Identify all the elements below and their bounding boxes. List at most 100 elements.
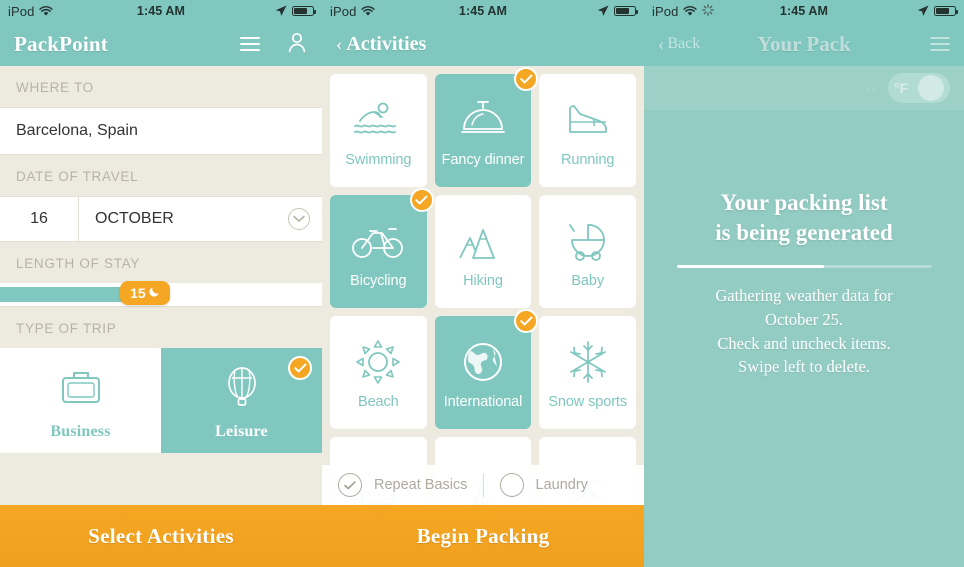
activity-label: Bicycling xyxy=(350,272,407,289)
chevron-left-icon[interactable]: ‹ xyxy=(336,35,342,54)
loading-panel: Your packing list is being generated Gat… xyxy=(644,110,964,379)
trip-type-selector: Business Leisure xyxy=(0,348,322,453)
unit-toggle-row: ·· °F xyxy=(644,66,964,110)
status-bar-left: iPod xyxy=(330,3,376,19)
screen-trip-setup: iPod 1:45 AM PackPoint WHERE TO Barcelon… xyxy=(0,0,322,567)
activity-label: Fancy dinner xyxy=(441,151,525,168)
hamburger-menu-icon[interactable] xyxy=(240,37,260,51)
length-of-stay-slider[interactable]: 15 xyxy=(0,281,322,307)
wifi-icon xyxy=(361,5,376,17)
check-badge-icon xyxy=(288,356,312,380)
activity-label: Running xyxy=(560,151,615,168)
status-bar-left: iPod xyxy=(8,3,54,19)
loading-body-line4: Swipe left to delete. xyxy=(738,357,870,377)
activity-card-running[interactable]: Running xyxy=(539,74,636,187)
activity-card-baby[interactable]: Baby xyxy=(539,195,636,308)
slider-value: 15 xyxy=(130,285,146,301)
briefcase-icon xyxy=(58,361,104,413)
trip-type-leisure[interactable]: Leisure xyxy=(161,348,322,453)
wifi-icon xyxy=(39,5,54,17)
app-title: PackPoint xyxy=(14,31,108,56)
status-bar: iPod 1:45 AM xyxy=(0,0,322,22)
trip-type-label: Leisure xyxy=(215,422,268,440)
chevron-down-circle-icon[interactable] xyxy=(288,208,310,230)
carrier-label: iPod xyxy=(330,3,357,19)
hot-air-balloon-icon xyxy=(219,361,265,413)
check-badge-icon xyxy=(409,188,434,212)
sun-icon xyxy=(354,336,402,388)
loading-heading: Your packing list is being generated xyxy=(662,188,946,249)
mountains-icon xyxy=(457,215,509,267)
activity-label: Hiking xyxy=(463,272,503,289)
page-title: Your Pack xyxy=(757,31,851,56)
loading-body-line1: Gathering weather data for xyxy=(715,285,893,305)
activity-card-snow-sports[interactable]: Snow sports xyxy=(539,316,636,429)
option-label: Laundry xyxy=(535,477,588,493)
activity-label: Beach xyxy=(358,393,399,410)
cloche-icon xyxy=(457,94,509,146)
three-screen-mockup: iPod 1:45 AM PackPoint WHERE TO Barcelon… xyxy=(0,0,964,567)
activity-card-beach[interactable]: Beach xyxy=(330,316,427,429)
loading-heading-line2: is being generated xyxy=(715,220,893,246)
check-circle-icon xyxy=(338,473,362,497)
empty-circle-icon xyxy=(499,473,524,497)
toggle-knob xyxy=(918,75,944,101)
battery-icon xyxy=(292,6,316,16)
trip-type-business[interactable]: Business xyxy=(0,348,161,453)
activity-spinner-icon xyxy=(702,3,715,19)
loading-body-line2: October 25. xyxy=(765,309,843,329)
location-arrow-icon xyxy=(597,5,609,17)
loading-body: Gathering weather data for October 25. C… xyxy=(662,284,946,380)
loading-heading-line1: Your packing list xyxy=(720,190,888,215)
activity-card-hiking[interactable]: Hiking xyxy=(434,195,532,308)
option-label: Repeat Basics xyxy=(374,477,468,493)
screen-activities: iPod 1:45 AM ‹ Activities Swimming Fancy… xyxy=(322,0,644,567)
progress-bar xyxy=(676,264,932,268)
label-date-of-travel: DATE OF TRAVEL xyxy=(0,155,322,196)
status-bar-left: iPod xyxy=(652,3,715,19)
page-title: Activities xyxy=(346,32,427,55)
label-type-of-trip: TYPE OF TRIP xyxy=(0,307,322,348)
toggle-dots: ·· xyxy=(865,80,878,96)
carrier-label: iPod xyxy=(8,3,35,19)
label-length-of-stay: LENGTH OF STAY xyxy=(0,242,322,283)
date-month-value[interactable]: OCTOBER xyxy=(78,197,288,241)
navbar-actions xyxy=(240,31,308,58)
swimmer-icon xyxy=(352,94,404,146)
options-bar: Repeat Basics Laundry xyxy=(322,465,644,505)
activity-label: Baby xyxy=(571,272,604,289)
globe-icon xyxy=(459,336,507,388)
option-repeat-basics[interactable]: Repeat Basics xyxy=(322,473,483,497)
battery-icon xyxy=(934,6,958,16)
activity-label: Snow sports xyxy=(548,393,627,410)
begin-packing-button[interactable]: Begin Packing xyxy=(322,505,644,567)
option-laundry[interactable]: Laundry xyxy=(482,473,645,497)
status-bar: iPod 1:45 AM xyxy=(322,0,644,22)
snowflake-icon xyxy=(564,336,612,388)
location-arrow-icon xyxy=(917,5,929,17)
navbar-your-pack: ‹ Back Your Pack xyxy=(644,22,964,66)
select-activities-button[interactable]: Select Activities xyxy=(0,505,322,567)
activities-title-group[interactable]: ‹ Activities xyxy=(336,33,426,56)
temperature-unit-toggle[interactable]: °F xyxy=(888,73,950,103)
label-where-to: WHERE TO xyxy=(0,66,322,107)
activity-card-swimming[interactable]: Swimming xyxy=(330,74,427,187)
activity-card-fancy-dinner[interactable]: Fancy dinner xyxy=(434,67,539,187)
activity-card-international[interactable]: International xyxy=(434,309,539,429)
carrier-label: iPod xyxy=(652,3,679,19)
slider-knob[interactable]: 15 xyxy=(119,281,170,305)
check-badge-icon xyxy=(514,309,539,333)
screen-your-pack-loading: iPod 1:45 AM ‹ Back Your Pack ·· °F Your… xyxy=(644,0,964,567)
status-bar: iPod 1:45 AM xyxy=(644,0,964,22)
trip-type-label: Business xyxy=(50,422,111,440)
date-of-travel-row[interactable]: 16 OCTOBER xyxy=(0,196,322,242)
progress-fill xyxy=(676,264,825,268)
destination-input[interactable]: Barcelona, Spain xyxy=(0,107,322,155)
wifi-icon xyxy=(683,5,698,17)
sneaker-icon xyxy=(562,94,614,146)
date-day-value[interactable]: 16 xyxy=(0,197,78,241)
person-icon[interactable] xyxy=(286,31,308,58)
activity-label: International xyxy=(443,393,523,410)
activity-card-bicycling[interactable]: Bicycling xyxy=(330,188,434,308)
moon-icon xyxy=(149,286,160,300)
